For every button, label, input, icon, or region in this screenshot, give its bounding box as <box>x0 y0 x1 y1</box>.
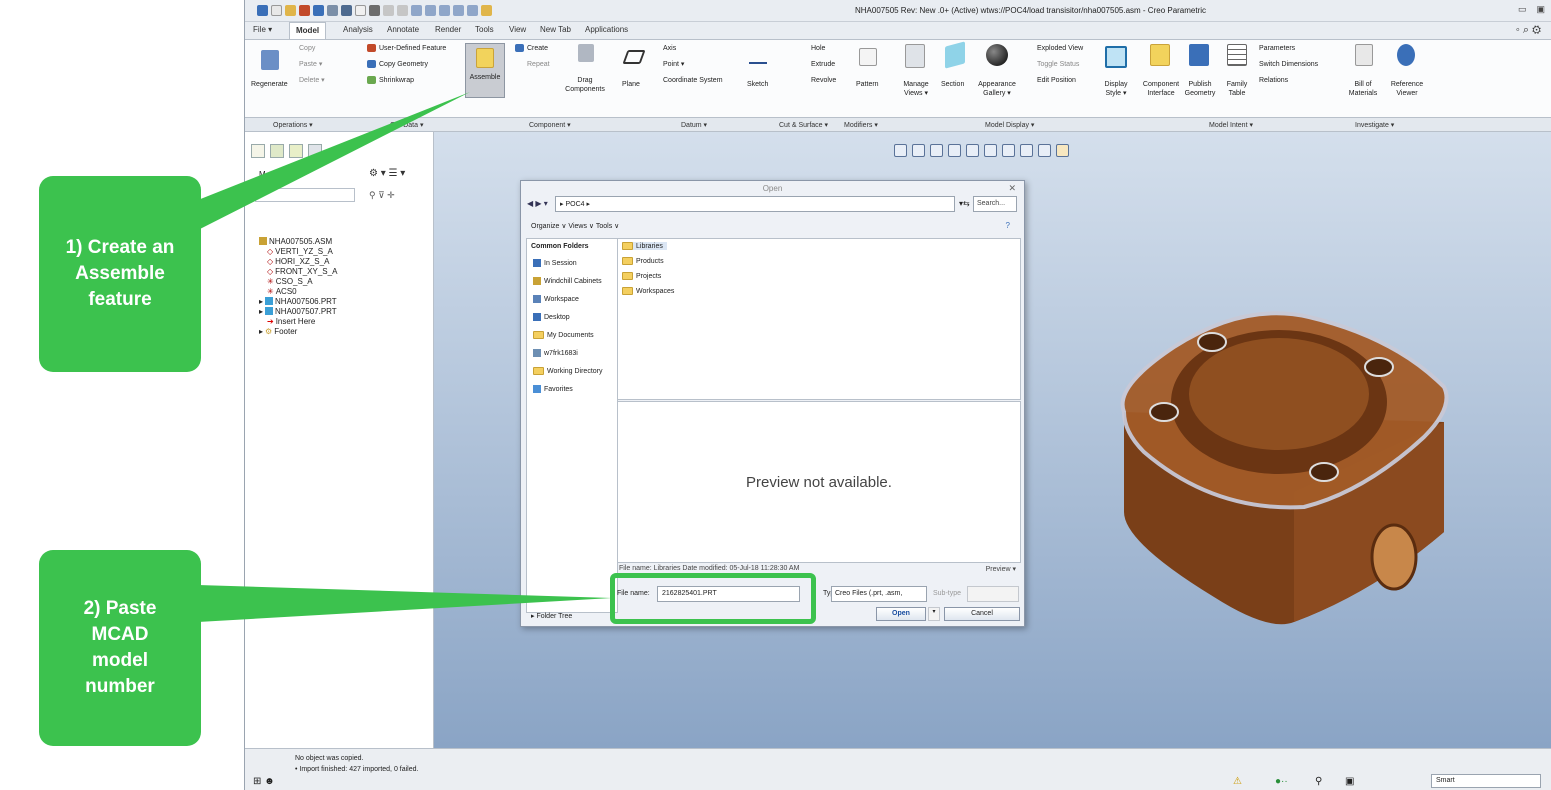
callout-pointer-2 <box>198 585 612 622</box>
file-name-highlight <box>610 573 816 624</box>
callout-step-2: 2) Paste MCAD model number <box>39 550 201 746</box>
callout-step-1-text: 1) Create an Assemble feature <box>65 237 175 310</box>
callout-step-1: 1) Create an Assemble feature <box>39 176 201 372</box>
callout-pointer-1 <box>198 92 470 230</box>
callout-step-2-text: 2) Paste MCAD model number <box>83 598 157 697</box>
callout-pointers <box>198 92 612 622</box>
